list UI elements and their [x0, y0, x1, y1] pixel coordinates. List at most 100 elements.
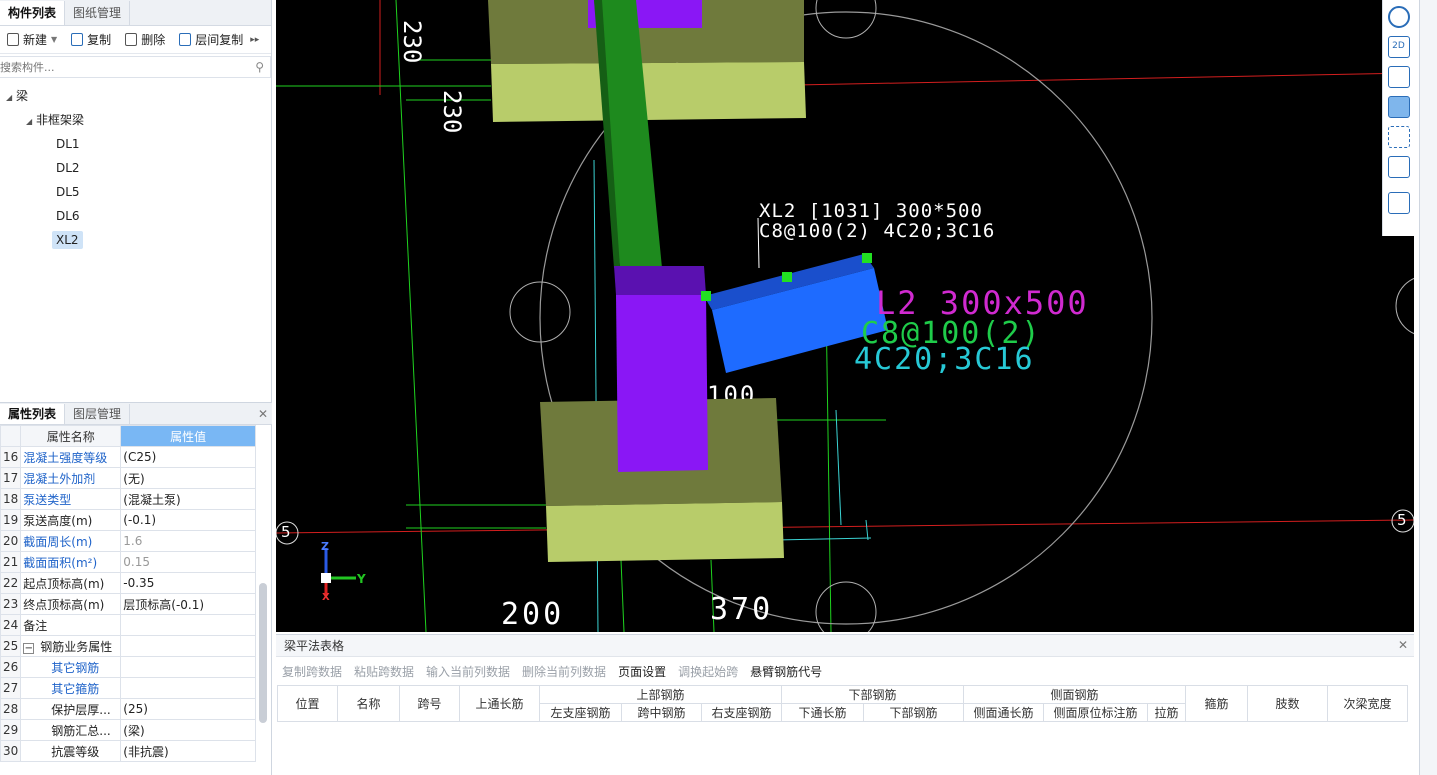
table-row[interactable]: 24 备注	[0, 614, 256, 636]
fit-view-icon[interactable]	[1387, 126, 1410, 148]
shaded-cube-icon[interactable]	[1387, 96, 1410, 118]
dimension-top-2: 230	[438, 90, 466, 134]
new-icon	[7, 33, 19, 46]
panel-title: 梁平法表格	[276, 635, 1414, 657]
column-header-value: 属性值	[120, 425, 256, 447]
axis-label-left: 5	[281, 523, 291, 541]
column-header: 下部钢筋	[863, 703, 964, 722]
delete-column-data-button[interactable]: 删除当前列数据	[522, 663, 606, 680]
close-icon[interactable]: ✕	[1398, 638, 1408, 652]
cube-view-icon[interactable]	[1387, 66, 1410, 88]
new-button[interactable]: 新建 ▼	[0, 27, 64, 53]
column-header: 位置	[277, 685, 338, 722]
property-tabs: 属性列表 图层管理 ✕	[0, 403, 272, 425]
column-header: 侧面通长筋	[963, 703, 1044, 722]
delete-button[interactable]: 删除	[118, 27, 172, 53]
tab-component-list[interactable]: 构件列表	[0, 1, 66, 25]
collapse-icon[interactable]: −	[23, 642, 35, 654]
tree-item[interactable]: DL1	[0, 132, 271, 156]
dimension-bottom-2: 370	[710, 592, 774, 627]
column-header: 肢数	[1247, 685, 1328, 722]
table-row[interactable]: 27 其它箍筋	[0, 677, 256, 699]
cad-label-cyan: 4C20;3C16	[854, 342, 1035, 377]
more-icon[interactable]: ▸▸	[250, 35, 259, 45]
tab-drawing-management[interactable]: 图纸管理	[65, 1, 131, 25]
table-row[interactable]: 19 泵送高度(m) (-0.1)	[0, 509, 256, 531]
component-search: ⚲	[0, 56, 271, 78]
table-row[interactable]: 16 混凝土强度等级 (C25)	[0, 446, 256, 468]
column-header: 次梁宽度	[1327, 685, 1408, 722]
table-row[interactable]: 29 钢筋汇总... (梁)	[0, 719, 256, 741]
tab-property-list[interactable]: 属性列表	[0, 404, 66, 424]
beam-label-line1: XL2 [1031] 300*500	[759, 200, 983, 222]
page-setup-button[interactable]: 页面设置	[618, 663, 666, 680]
axis-z-label: Z	[321, 540, 329, 553]
tree-item-selected[interactable]: XL2	[0, 228, 271, 252]
search-input[interactable]	[0, 60, 220, 74]
table-row[interactable]: 22 起点顶标高(m) -0.35	[0, 572, 256, 594]
column-header: 拉筋	[1147, 703, 1186, 722]
column-header: 上通长筋	[459, 685, 540, 722]
2d-view-button[interactable]: 2D	[1387, 36, 1410, 58]
axis-x-label: X	[322, 592, 330, 603]
cantilever-code-button[interactable]: 悬臂钢筋代号	[750, 663, 822, 680]
column-header: 名称	[337, 685, 400, 722]
table-row[interactable]: 26 其它钢筋	[0, 656, 256, 678]
column-header: 侧面原位标注筋	[1043, 703, 1148, 722]
table-row[interactable]: 17 混凝土外加剂 (无)	[0, 467, 256, 489]
dimension-mid: 100	[707, 381, 757, 399]
collapse-icon[interactable]: ◢	[26, 117, 32, 126]
chevron-down-icon[interactable]: ▼	[51, 35, 57, 44]
tree-item[interactable]: DL2	[0, 156, 271, 180]
orbit-icon[interactable]	[1387, 6, 1410, 28]
table-toolbar: 复制跨数据 粘贴跨数据 输入当前列数据 删除当前列数据 页面设置 调换起始跨 悬…	[276, 657, 1414, 685]
copy-button[interactable]: 复制	[64, 27, 118, 53]
trash-icon	[125, 33, 138, 46]
search-icon[interactable]: ⚲	[255, 60, 264, 74]
beam-label-line2: C8@100(2) 4C20;3C16	[759, 220, 996, 242]
property-table: 属性名称 属性值 16 混凝土强度等级 (C25) 17 混凝土外加剂 (无) 18 泵送…	[0, 425, 256, 762]
3d-viewport[interactable]: XL2 [1031] 300*500 C8@100(2) 4C20;3C16 L…	[276, 0, 1414, 632]
component-toolbar: 新建 ▼ 复制 删除 层间复制 ▸▸	[0, 26, 271, 54]
table-row[interactable]: 28 保护层厚... (25)	[0, 698, 256, 720]
table-row[interactable]: 23 终点顶标高(m) 层顶标高(-0.1)	[0, 593, 256, 615]
column-header: 左支座钢筋	[539, 703, 622, 722]
tab-layer-management[interactable]: 图层管理	[65, 404, 131, 424]
beam-table-panel: 梁平法表格 ✕ 复制跨数据 粘贴跨数据 输入当前列数据 删除当前列数据 页面设置…	[276, 634, 1414, 775]
view-toolbar: 2D	[1382, 0, 1414, 236]
layer-display-icon[interactable]	[1387, 192, 1410, 214]
column-header: 上部钢筋	[539, 685, 782, 704]
column-header: 箍筋	[1185, 685, 1248, 722]
copy-span-data-button[interactable]: 复制跨数据	[282, 663, 342, 680]
collapse-icon[interactable]: ◢	[6, 93, 12, 102]
right-side-panel	[1419, 0, 1437, 775]
box-select-icon[interactable]	[1387, 156, 1410, 178]
floor-copy-icon	[179, 33, 192, 46]
column-header: 侧面钢筋	[963, 685, 1186, 704]
table-row[interactable]: 25− 钢筋业务属性	[0, 635, 256, 657]
column-header: 右支座钢筋	[701, 703, 782, 722]
axis-y-label: Y	[357, 572, 366, 586]
input-column-data-button[interactable]: 输入当前列数据	[426, 663, 510, 680]
close-icon[interactable]: ✕	[258, 407, 272, 421]
dimension-top-1: 230	[398, 20, 426, 64]
paste-span-data-button[interactable]: 粘贴跨数据	[354, 663, 414, 680]
dimension-bottom-1: 200	[501, 597, 565, 632]
tree-node-non-frame-beam[interactable]: ◢ 非框架梁	[0, 108, 271, 132]
table-row[interactable]: 21 截面面积(m²) 0.15	[0, 551, 256, 573]
tree-node-beam[interactable]: ◢ 梁	[0, 84, 271, 108]
table-row[interactable]: 18 泵送类型 (混凝土泵)	[0, 488, 256, 510]
scrollbar[interactable]	[259, 583, 267, 723]
tree-item[interactable]: DL6	[0, 204, 271, 228]
column-header: 下通长筋	[781, 703, 864, 722]
column-header-name: 属性名称	[20, 425, 122, 447]
swap-start-span-button[interactable]: 调换起始跨	[678, 663, 738, 680]
table-row[interactable]: 30 抗震等级 (非抗震)	[0, 740, 256, 762]
table-row[interactable]: 20 截面周长(m) 1.6	[0, 530, 256, 552]
tree-item[interactable]: DL5	[0, 180, 271, 204]
column-header: 跨号	[399, 685, 460, 722]
component-tabs: 构件列表 图纸管理	[0, 0, 271, 26]
floor-copy-button[interactable]: 层间复制	[172, 27, 250, 53]
axis-label-right: 5	[1397, 511, 1407, 529]
property-panel: 属性列表 图层管理 ✕ 属性名称 属性值 16 混凝土强度等级 (C25) 17 混凝…	[0, 402, 272, 775]
